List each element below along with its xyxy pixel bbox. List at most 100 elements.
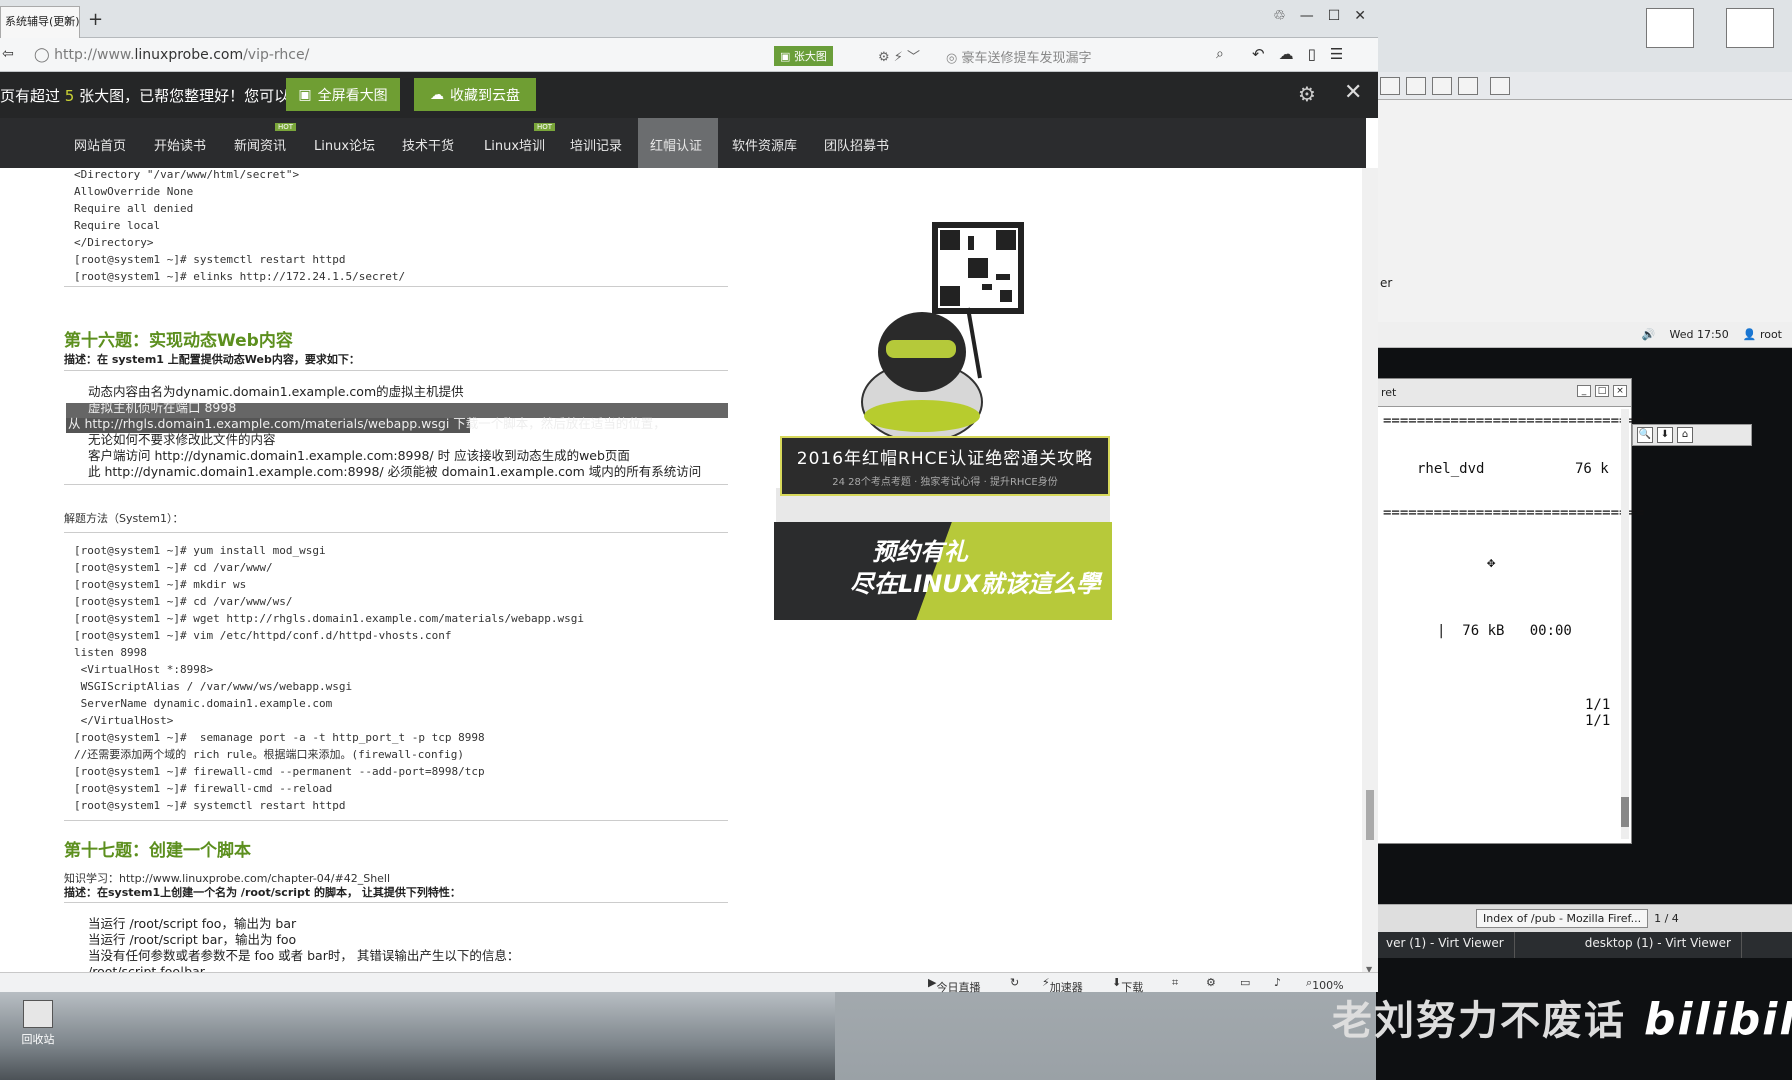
hot-badge: HOT [533,123,556,131]
toolbar-button[interactable] [1458,76,1478,95]
q16-req: 动态内容由名为dynamic.domain1.example.com的虚拟主机提… [88,384,464,399]
q16-req-link[interactable]: 从 http://rhgls.domain1.example.com/mater… [68,416,666,432]
live-button[interactable]: ▶ 今日直播 [928,976,980,994]
scroll-thumb[interactable] [1366,790,1374,840]
nav-redhat[interactable]: 红帽认证 [650,135,702,154]
refresh-icon[interactable]: ↻ [1010,976,1019,989]
undo-icon[interactable]: ↶ [1252,45,1265,63]
term-count: 1/1 [1585,697,1611,713]
file-toolbar: 🔍 ⬇ ⌂ [1632,424,1752,446]
fullscreen-button[interactable]: ▣ 全屏看大图 [286,78,400,111]
browser-tab[interactable]: 系统辅导(更新) ✕ [0,6,80,38]
cloud-icon[interactable]: ☁ [1279,45,1294,63]
notice-count: 5 [64,87,75,105]
screenshot-icon[interactable]: ⌗ [1172,976,1178,990]
url-field[interactable]: ◯ http://www.linuxprobe.com/vip-rhce/ [34,47,309,63]
desktop-icon-label: 回收站 [21,1033,55,1046]
status-bar: ▶ 今日直播 ↻ ⚡ 加速器 ⬇ 下载 ⌗ ⚙ ▭ ♪ ⌕ 100% [0,972,1378,994]
search-icon[interactable]: 🔍 [1637,427,1653,443]
nav-forum[interactable]: Linux论坛 [314,135,375,154]
terminal-window[interactable]: ret _ □ × ==============================… [1376,378,1644,844]
volume-icon[interactable]: 🔊 [1642,328,1656,341]
big-picture-button[interactable]: ▣ 张大图 [774,46,833,66]
nav-software[interactable]: 软件资源库 [732,135,797,154]
tab-bar: 系统辅导(更新) ✕ + ♲ — ☐ ✕ [0,0,1378,38]
home-icon[interactable]: ⌂ [1677,427,1693,443]
zoom-control[interactable]: ⌕ 100% [1306,976,1344,992]
term-count: 1/1 [1585,713,1611,729]
user-menu[interactable]: 👤 root [1743,328,1782,341]
close-window-icon[interactable]: ✕ [1354,8,1366,24]
page-scrollbar[interactable]: ▼ [1362,168,1378,976]
nav-read[interactable]: 开始读书 [154,135,206,154]
panel-clock[interactable]: Wed 17:50 [1670,328,1729,341]
remote-desktop: er 🔊 Wed 17:50 👤 root ret _ □ × ========… [1332,0,1792,1080]
terminal-title: ret [1381,386,1397,399]
nav-tech[interactable]: 技术干货 [402,135,454,154]
sound-icon[interactable]: ♪ [1274,976,1281,989]
promo-banner[interactable]: 预约有礼 尽在LINUX就该這么學 [774,522,1112,620]
toolbar-button[interactable] [1406,76,1426,95]
workspace-pager[interactable]: 1 / 4 [1654,912,1679,925]
back-icon[interactable]: ⇦ [2,46,14,62]
notice-suffix: 张大图，已帮您整理好！您可以 [79,87,290,105]
download-button[interactable]: ⬇ 下载 [1112,976,1143,994]
terminal-titlebar[interactable]: ret _ □ × [1377,379,1631,407]
toolbar-button[interactable] [1380,76,1400,95]
save-cloud-button[interactable]: ☁ 收藏到云盘 [414,78,536,111]
nav-records[interactable]: 培训记录 [570,135,622,154]
divider [64,902,728,903]
extension-icons[interactable]: ⚙ ⚡ ﹀ [878,46,920,65]
window-icon[interactable]: ▭ [1240,976,1250,989]
close-icon[interactable]: × [1613,385,1627,397]
skin-icon[interactable]: ♲ [1273,8,1286,24]
close-tab-icon[interactable]: ✕ [63,14,73,28]
q16-method: 解题方法（System1）： [64,512,184,525]
download-icon[interactable]: ⬇ [1657,427,1673,443]
q17-req: 当运行 /root/script bar，输出为 foo [88,932,297,947]
q16-req: 此 http://dynamic.domain1.example.com:899… [88,464,702,479]
search-suggestion[interactable]: ◎ 豪车送修提车发现漏字 [946,47,1092,66]
new-tab-button[interactable]: + [88,9,103,30]
terminal-scrollbar[interactable] [1621,409,1629,839]
url-host: http://www. [54,47,135,63]
maximize-icon[interactable]: ☐ [1328,8,1341,24]
panel-user: root [1759,328,1782,341]
task-firefox[interactable]: Index of /pub - Mozilla Firef... [1476,909,1649,928]
remote-monitor-icon-2[interactable] [1726,8,1774,48]
remote-top-area [1376,0,1792,72]
term-separator: =============================== [1383,505,1645,521]
divider [64,286,728,287]
nav-home[interactable]: 网站首页 [74,135,126,154]
desktop-icon-recycle[interactable]: 回收站 [8,1000,68,1047]
nav-news[interactable]: 新闻资讯 HOT [234,123,297,154]
nav-training[interactable]: Linux培训 HOT [484,123,556,154]
address-bar: ⇦ ◯ http://www.linuxprobe.com/vip-rhce/ … [0,38,1378,72]
virt-tab-desktop[interactable]: desktop (1) - Virt Viewer [1575,932,1742,958]
menu-icon[interactable]: ☰ [1330,45,1343,63]
minimize-icon[interactable]: — [1300,8,1314,24]
watermark-text: 老刘努力不废话 [1332,998,1626,1044]
gear-icon[interactable]: ⚙ [1298,82,1316,106]
accelerator-label: 加速器 [1049,981,1083,994]
virt-tab-server[interactable]: ver (1) - Virt Viewer [1376,932,1515,958]
settings-icon[interactable]: ⚙ [1206,976,1216,989]
minimize-icon[interactable]: _ [1577,385,1591,397]
toolbar-button[interactable] [1490,76,1510,95]
q16-req: 客户端访问 http://dynamic.domain1.example.com… [88,448,630,463]
term-separator: =============================== [1383,413,1645,429]
toolbar-button[interactable] [1432,76,1452,95]
notice-prefix: 页有超过 [0,87,61,105]
remote-monitor-icon[interactable] [1646,8,1694,48]
close-icon[interactable]: ✕ [1344,80,1362,105]
maximize-icon[interactable]: □ [1595,385,1609,397]
search-icon[interactable]: ⌕ [1216,46,1224,62]
url-path: /vip-rhce/ [243,47,310,63]
image-icon: ▣ [298,86,312,103]
phone-icon[interactable]: ▯ [1308,45,1316,63]
url-domain: linuxprobe.com [134,47,244,63]
accelerator-button[interactable]: ⚡ 加速器 [1042,976,1083,994]
nav-recruit[interactable]: 团队招募书 [824,135,889,154]
poster-header: 2016年红帽RHCE认证绝密通关攻略 24 28个考点考题 · 独家考试心得 … [780,436,1110,496]
live-label: 今日直播 [936,981,981,994]
